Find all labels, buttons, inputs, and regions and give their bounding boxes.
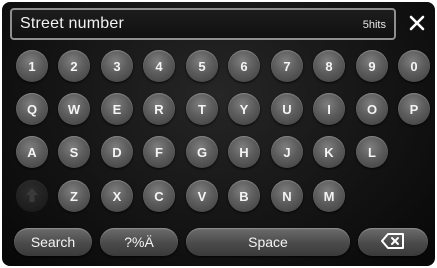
space-button-label: Space	[248, 234, 288, 250]
key-z[interactable]: Z	[58, 180, 90, 212]
key-c[interactable]: C	[143, 180, 175, 212]
search-input[interactable]: Street number 5hits	[10, 8, 396, 40]
backspace-icon	[381, 232, 405, 252]
search-button-label: Search	[30, 234, 76, 250]
key-3[interactable]: 3	[101, 50, 133, 82]
key-b[interactable]: B	[228, 180, 260, 212]
key-u[interactable]: U	[271, 93, 303, 125]
key-k[interactable]: K	[313, 136, 345, 168]
keyboard-screen: Street number 5hits 1 2 3 4 5 6 7 8 9 0 …	[2, 2, 435, 266]
shift-up-arrow-icon	[25, 187, 39, 206]
key-g[interactable]: G	[186, 136, 218, 168]
space-button[interactable]: Space	[186, 228, 350, 256]
key-2[interactable]: 2	[58, 50, 90, 82]
key-i[interactable]: I	[313, 93, 345, 125]
key-q[interactable]: Q	[16, 93, 48, 125]
key-v[interactable]: V	[186, 180, 218, 212]
key-x[interactable]: X	[101, 180, 133, 212]
hits-count: 5hits	[362, 19, 386, 31]
key-l[interactable]: L	[356, 136, 388, 168]
key-p[interactable]: P	[398, 93, 430, 125]
asdf-row: A S D F G H J K L	[2, 136, 435, 170]
key-9[interactable]: 9	[356, 50, 388, 82]
key-a[interactable]: A	[16, 136, 48, 168]
key-5[interactable]: 5	[186, 50, 218, 82]
key-f[interactable]: F	[143, 136, 175, 168]
key-4[interactable]: 4	[143, 50, 175, 82]
key-e[interactable]: E	[101, 93, 133, 125]
symbols-button[interactable]: ?%Ä	[100, 228, 178, 256]
zxcv-row: Z X C V B N M	[2, 180, 435, 214]
key-n[interactable]: N	[271, 180, 303, 212]
key-d[interactable]: D	[101, 136, 133, 168]
key-j[interactable]: J	[271, 136, 303, 168]
backspace-button[interactable]	[358, 228, 428, 256]
number-row: 1 2 3 4 5 6 7 8 9 0	[2, 50, 435, 84]
key-r[interactable]: R	[143, 93, 175, 125]
key-6[interactable]: 6	[228, 50, 260, 82]
key-s[interactable]: S	[58, 136, 90, 168]
key-h[interactable]: H	[228, 136, 260, 168]
symbols-button-label: ?%Ä	[124, 234, 154, 250]
key-t[interactable]: T	[186, 93, 218, 125]
key-y[interactable]: Y	[228, 93, 260, 125]
key-0[interactable]: 0	[398, 50, 430, 82]
search-input-value: Street number	[20, 15, 124, 32]
key-1[interactable]: 1	[16, 50, 48, 82]
key-w[interactable]: W	[58, 93, 90, 125]
key-m[interactable]: M	[313, 180, 345, 212]
shift-key[interactable]	[16, 180, 48, 212]
key-7[interactable]: 7	[271, 50, 303, 82]
close-icon	[409, 15, 425, 36]
key-o[interactable]: O	[356, 93, 388, 125]
search-button[interactable]: Search	[14, 228, 92, 256]
close-button[interactable]	[402, 10, 432, 40]
key-8[interactable]: 8	[313, 50, 345, 82]
qwerty-row: Q W E R T Y U I O P	[2, 93, 435, 127]
